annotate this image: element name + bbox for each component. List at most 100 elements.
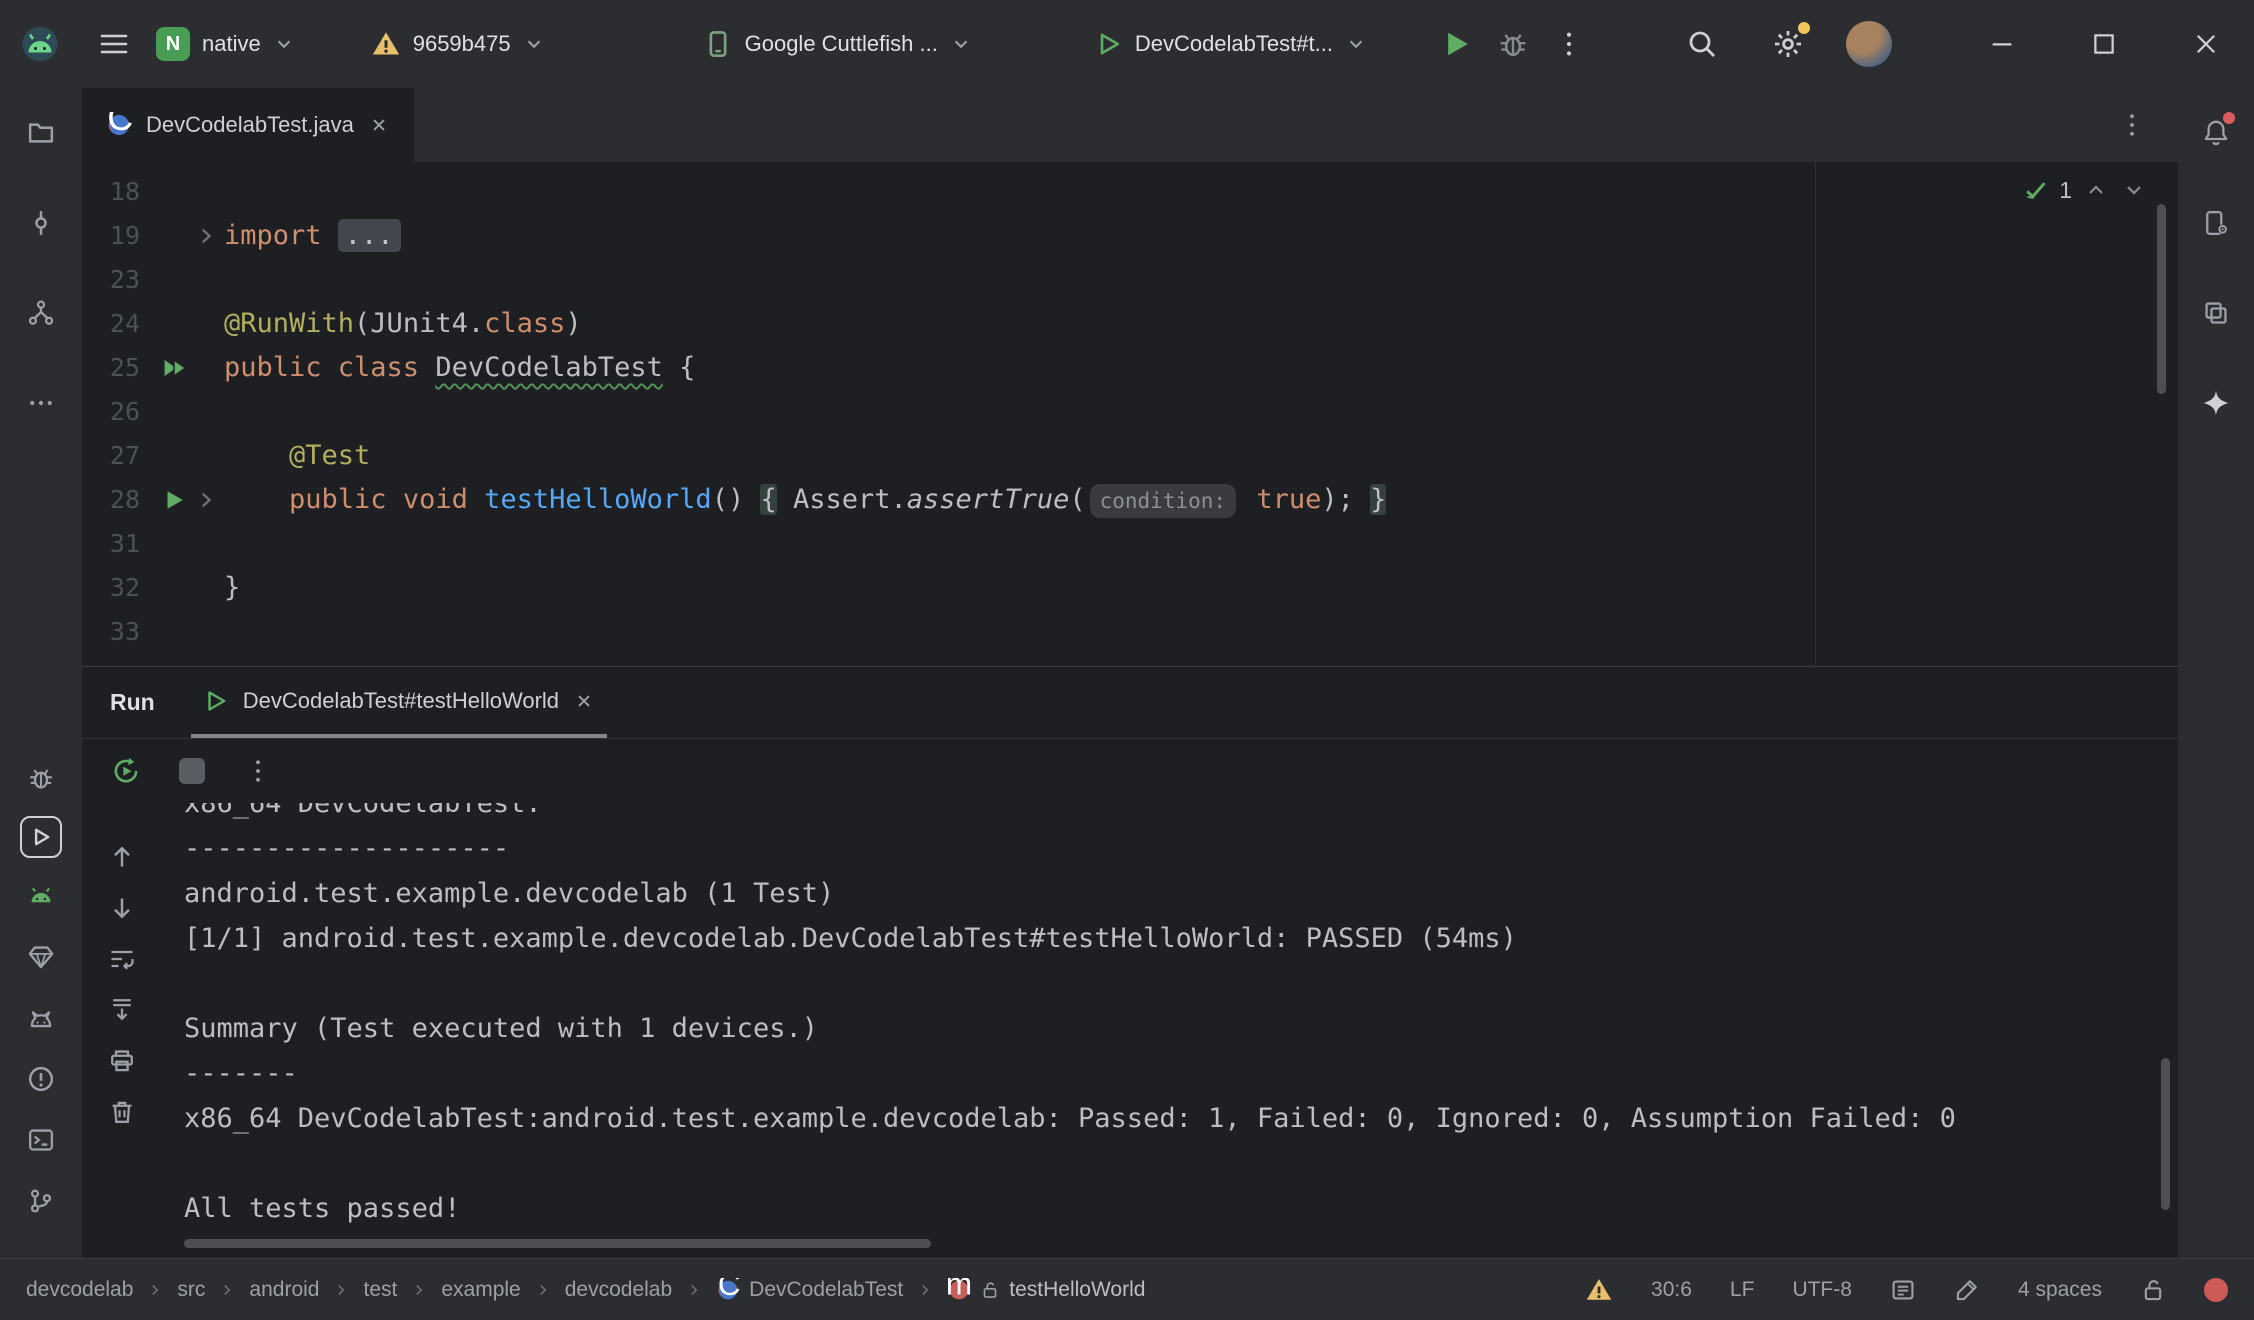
code-line[interactable]: 19import ... [82,214,2178,258]
run-test-icon[interactable] [162,487,188,513]
run-toolwindow-button[interactable] [20,816,62,858]
editor-scrollbar[interactable] [2157,204,2166,394]
reader-mode-button[interactable] [1890,1277,1916,1303]
maximize-button[interactable] [2076,16,2132,72]
file-encoding[interactable]: UTF-8 [1792,1278,1852,1302]
breadcrumb-item[interactable]: CDevCodelabTest [716,1278,903,1302]
next-occurrence-button[interactable] [108,894,136,922]
code-line[interactable]: 23 [82,258,2178,302]
highlight-level-button[interactable] [1954,1277,1980,1303]
line-number[interactable]: 31 [82,522,140,566]
code-line[interactable]: 26 [82,390,2178,434]
breadcrumb-item[interactable]: devcodelab [26,1278,133,1302]
prev-inspection-button[interactable] [2082,176,2110,204]
prev-occurrence-button[interactable] [108,843,136,871]
gutter-cell [140,346,224,390]
print-button[interactable] [108,1047,136,1075]
stop-button[interactable] [164,743,220,799]
line-number[interactable]: 19 [82,214,140,258]
code-line[interactable]: 33 [82,610,2178,654]
line-number[interactable]: 27 [82,434,140,478]
console-vscrollbar[interactable] [2161,1058,2170,1210]
more-toolwindows-button[interactable] [18,380,64,426]
scroll-to-end-button[interactable] [108,996,136,1024]
device-manager-button[interactable] [2193,200,2239,246]
run-button[interactable] [1429,16,1485,72]
run-tab[interactable]: DevCodelabTest#testHelloWorld [191,667,607,738]
structure-toolwindow-button[interactable] [18,290,64,336]
device-selector[interactable]: Google Cuttlefish ... [689,21,986,67]
version-control-toolwindow-button[interactable] [18,1178,64,1224]
indent-style[interactable]: 4 spaces [2018,1278,2102,1302]
more-actions-button[interactable] [1541,16,1597,72]
breadcrumb-item[interactable]: src [177,1278,205,1302]
line-number[interactable]: 32 [82,566,140,610]
breadcrumb-item[interactable]: mtestHelloWorld [947,1278,1145,1302]
commit-toolwindow-button[interactable] [18,200,64,246]
line-number[interactable]: 33 [82,610,140,654]
running-devices-button[interactable] [2193,290,2239,336]
analysis-warnings-indicator[interactable] [1585,1276,1613,1304]
folded-region[interactable]: } [1370,484,1386,515]
folded-region[interactable]: { [760,484,776,515]
search-button[interactable] [1674,16,1730,72]
line-number[interactable]: 24 [82,302,140,346]
debug-toolwindow-button[interactable] [18,755,64,801]
gemini-button[interactable] [2193,380,2239,426]
editor-tab[interactable]: C DevCodelabTest.java [82,88,414,162]
breadcrumb-item[interactable]: example [441,1278,520,1302]
breadcrumb-item[interactable]: devcodelab [565,1278,672,1302]
readonly-toggle[interactable] [2140,1277,2166,1303]
rerun-button[interactable] [98,743,154,799]
settings-button[interactable] [1760,16,1816,72]
inspection-widget[interactable]: 1 [2023,176,2148,204]
code-line[interactable]: 27 @Test [82,434,2178,478]
soft-wrap-button[interactable] [108,945,136,973]
avatar[interactable] [1846,21,1892,67]
console-output[interactable]: x86_64 DevCodelabTest:------------------… [162,803,2178,1258]
breadcrumb-item[interactable]: test [363,1278,397,1302]
project-toolwindow-button[interactable] [18,110,64,156]
project-selector[interactable]: N native [142,19,309,69]
ide-error-indicator[interactable] [2204,1278,2228,1302]
code-line[interactable]: 32} [82,566,2178,610]
line-number[interactable]: 28 [82,478,140,522]
line-number[interactable]: 23 [82,258,140,302]
notifications-button[interactable] [2193,110,2239,156]
console-hscrollbar[interactable] [184,1239,931,1248]
console-more-button[interactable] [230,743,286,799]
run-configuration-selector[interactable]: DevCodelabTest#t... [1081,22,1381,66]
code-line[interactable]: 25public class DevCodelabTest { [82,346,2178,390]
close-button[interactable] [2178,16,2234,72]
fold-chevron-icon[interactable] [194,488,218,512]
clear-console-button[interactable] [108,1098,136,1126]
line-number[interactable]: 25 [82,346,140,390]
minimize-button[interactable] [1974,16,2030,72]
main-menu-button[interactable] [86,16,142,72]
breadcrumb-item[interactable]: android [249,1278,319,1302]
next-inspection-button[interactable] [2120,176,2148,204]
code-line[interactable]: 31 [82,522,2178,566]
code-line[interactable]: 18 [82,170,2178,214]
run-tab-close-icon[interactable] [573,690,595,712]
vcs-widget[interactable]: 9659b475 [357,21,559,67]
debug-button[interactable] [1485,16,1541,72]
code-line[interactable]: 28 public void testHelloWorld() { Assert… [82,478,2178,522]
line-separator[interactable]: LF [1730,1278,1755,1302]
caret-position[interactable]: 30:6 [1651,1278,1692,1302]
code-editor[interactable]: 1819import ...2324@RunWith(JUnit4.class)… [82,162,2178,666]
tab-close-icon[interactable] [368,114,390,136]
folded-region[interactable]: ... [338,219,401,252]
tab-options-button[interactable] [2104,97,2160,153]
terminal-toolwindow-button[interactable] [18,1117,64,1163]
line-number[interactable]: 18 [82,170,140,214]
problems-toolwindow-button[interactable] [18,1056,64,1102]
android-icon [27,882,55,910]
logcat-toolwindow-button[interactable] [18,995,64,1041]
run-class-icon[interactable] [162,355,188,381]
fold-chevron-icon[interactable] [194,224,218,248]
profiler-toolwindow-button[interactable] [18,934,64,980]
line-number[interactable]: 26 [82,390,140,434]
code-line[interactable]: 24@RunWith(JUnit4.class) [82,302,2178,346]
android-toolwindow-button[interactable] [18,873,64,919]
